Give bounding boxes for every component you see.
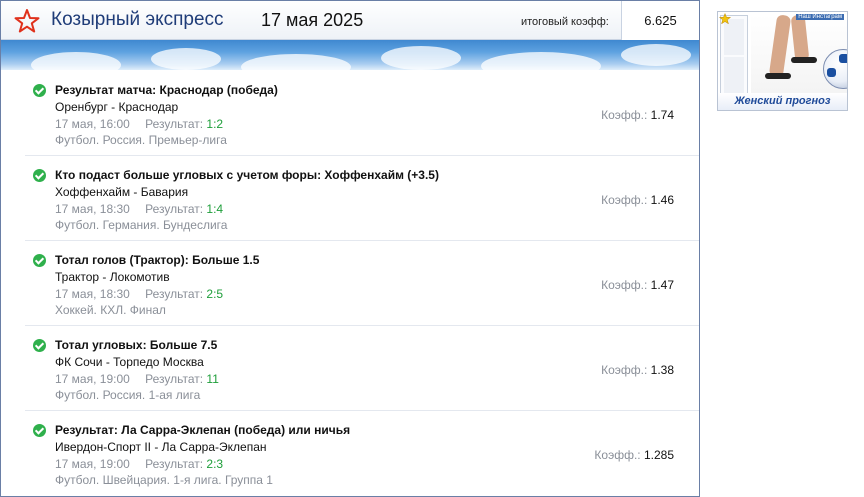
- bet-odds: Коэфф.: 1.46: [601, 193, 674, 207]
- match-datetime: 17 мая, 18:30: [55, 202, 130, 216]
- match-teams: Ивердон-Спорт II - Ла Сарра-Эклепан: [55, 440, 267, 454]
- bet-item: Тотал угловых: Больше 7.5 ФК Сочи - Торп…: [25, 326, 699, 411]
- odds-label: Коэфф.:: [594, 448, 641, 462]
- womens-forecast-banner[interactable]: Наш Инстаграм Женский прогноз: [717, 11, 848, 111]
- header: Козырный экспресс 17 мая 2025 итоговый к…: [1, 1, 699, 40]
- express-card: Козырный экспресс 17 мая 2025 итоговый к…: [0, 0, 700, 497]
- bet-title: Результат матча: Краснодар (победа): [55, 83, 278, 97]
- check-circle-icon: [33, 254, 46, 267]
- star-icon: [719, 13, 731, 25]
- banner-thumbnails: [720, 15, 748, 95]
- match-datetime: 17 мая, 19:00: [55, 457, 130, 471]
- banner-photo: [751, 14, 847, 93]
- match-score: 2:5: [206, 287, 224, 301]
- express-date: 17 мая 2025: [261, 10, 364, 30]
- match-score: 1:2: [206, 117, 224, 131]
- banner-tag: Наш Инстаграм: [796, 14, 844, 20]
- odds-value: 1.46: [650, 193, 674, 207]
- check-circle-icon: [33, 339, 46, 352]
- bet-title: Тотал угловых: Больше 7.5: [55, 338, 218, 352]
- match-teams: ФК Сочи - Торпедо Москва: [55, 355, 204, 369]
- bet-odds: Коэфф.: 1.38: [601, 363, 674, 377]
- bet-odds: Коэфф.: 1.47: [601, 278, 674, 292]
- odds-value: 1.47: [650, 278, 674, 292]
- bet-item: Результат: Ла Сарра-Эклепан (победа) или…: [25, 411, 699, 496]
- check-circle-icon: [33, 169, 46, 182]
- check-circle-icon: [33, 424, 46, 437]
- match-meta: 17 мая, 16:00 Результат: 1:2: [55, 117, 223, 131]
- bet-item: Тотал голов (Трактор): Больше 1.5 Тракто…: [25, 241, 699, 326]
- match-datetime: 17 мая, 16:00: [55, 117, 130, 131]
- banner-caption: Женский прогноз: [718, 93, 847, 110]
- star-icon: [14, 9, 40, 33]
- bet-title: Результат: Ла Сарра-Эклепан (победа) или…: [55, 423, 351, 437]
- result-label: Результат:: [145, 287, 204, 301]
- match-score: 1:4: [206, 202, 224, 216]
- dress-thumbnail: [724, 57, 744, 93]
- soccer-ball-icon: [823, 49, 847, 89]
- odds-label: Коэфф.:: [601, 363, 648, 377]
- bet-title: Тотал голов (Трактор): Больше 1.5: [55, 253, 260, 267]
- league: Футбол. Россия. 1-ая лига: [55, 388, 201, 402]
- match-datetime: 17 мая, 19:00: [55, 372, 130, 386]
- match-datetime: 17 мая, 18:30: [55, 287, 130, 301]
- match-teams: Хоффенхайм - Бавария: [55, 185, 189, 199]
- bet-odds: Коэфф.: 1.74: [601, 108, 674, 122]
- match-meta: 17 мая, 18:30 Результат: 1:4: [55, 202, 223, 216]
- bet-odds: Коэфф.: 1.285: [594, 448, 674, 462]
- check-circle-icon: [33, 84, 46, 97]
- total-coef-value: 6.625: [621, 1, 699, 40]
- odds-value: 1.38: [650, 363, 674, 377]
- match-meta: 17 мая, 19:00 Результат: 11: [55, 372, 219, 386]
- match-teams: Трактор - Локомотив: [55, 270, 170, 284]
- odds-label: Коэфф.:: [601, 193, 648, 207]
- result-label: Результат:: [145, 202, 204, 216]
- odds-label: Коэфф.:: [601, 278, 648, 292]
- league: Хоккей. КХЛ. Финал: [55, 303, 166, 317]
- match-teams: Оренбург - Краснодар: [55, 100, 179, 114]
- bet-list: Результат матча: Краснодар (победа) Орен…: [25, 71, 699, 496]
- sky-decoration: [1, 40, 699, 70]
- odds-value: 1.74: [650, 108, 674, 122]
- league: Футбол. Германия. Бундеслига: [55, 218, 228, 232]
- result-label: Результат:: [145, 457, 204, 471]
- brand-title: Козырный экспресс: [51, 9, 224, 30]
- bet-title: Кто подаст больше угловых с учетом форы:…: [55, 168, 439, 182]
- odds-label: Коэфф.:: [601, 108, 648, 122]
- match-score: 2:3: [206, 457, 224, 471]
- result-label: Результат:: [145, 117, 204, 131]
- bet-item: Результат матча: Краснодар (победа) Орен…: [25, 71, 699, 156]
- match-meta: 17 мая, 18:30 Результат: 2:5: [55, 287, 223, 301]
- league: Футбол. Швейцария. 1-я лига. Группа 1: [55, 473, 273, 487]
- result-label: Результат:: [145, 372, 204, 386]
- bet-item: Кто подаст больше угловых с учетом форы:…: [25, 156, 699, 241]
- match-score: 11: [206, 372, 219, 386]
- match-meta: 17 мая, 19:00 Результат: 2:3: [55, 457, 223, 471]
- league: Футбол. Россия. Премьер-лига: [55, 133, 227, 147]
- odds-value: 1.285: [643, 448, 674, 462]
- total-coef-label: итоговый коэфф:: [521, 16, 609, 28]
